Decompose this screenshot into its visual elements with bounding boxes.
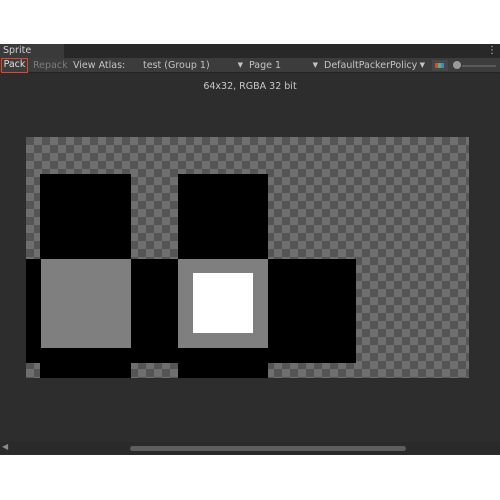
- horizontal-scrollbar-thumb[interactable]: [130, 446, 406, 451]
- view-atlas-label: View Atlas:: [73, 60, 126, 71]
- gray-sprite: [41, 259, 131, 348]
- atlas-preview: [26, 137, 469, 378]
- tab-sprite-packer[interactable]: Sprite Packer: [0, 44, 64, 70]
- rgb-channels-icon[interactable]: [432, 60, 448, 71]
- page-dropdown-value: Page 1: [249, 60, 282, 71]
- policy-dropdown-value: DefaultPackerPolicy: [324, 60, 418, 71]
- sprite-packer-window: Sprite Packer ⋮ Pack Repack View Atlas: …: [0, 44, 500, 455]
- chevron-down-icon: ▼: [419, 61, 425, 69]
- repack-button[interactable]: Repack: [33, 58, 68, 73]
- atlas-dropdown[interactable]: test (Group 1) ▼: [143, 59, 245, 72]
- tab-bar: Sprite Packer ⋮: [0, 44, 500, 70]
- white-sprite: [193, 273, 253, 333]
- pack-button[interactable]: Pack: [1, 58, 28, 73]
- scroll-left-icon[interactable]: ◀: [2, 442, 8, 451]
- policy-dropdown[interactable]: DefaultPackerPolicy ▼: [324, 59, 427, 72]
- zoom-slider-handle[interactable]: [453, 61, 461, 69]
- page-dropdown[interactable]: Page 1 ▼: [249, 59, 320, 72]
- zoom-slider-track[interactable]: [462, 65, 496, 67]
- chevron-down-icon: ▼: [237, 61, 243, 69]
- toolbar: Pack Repack View Atlas: test (Group 1) ▼…: [0, 58, 500, 73]
- texture-info-label: 64x32, RGBA 32 bit: [203, 81, 297, 92]
- atlas-dropdown-value: test (Group 1): [143, 60, 210, 71]
- kebab-menu-icon[interactable]: ⋮: [487, 45, 497, 57]
- chevron-down-icon: ▼: [312, 61, 318, 69]
